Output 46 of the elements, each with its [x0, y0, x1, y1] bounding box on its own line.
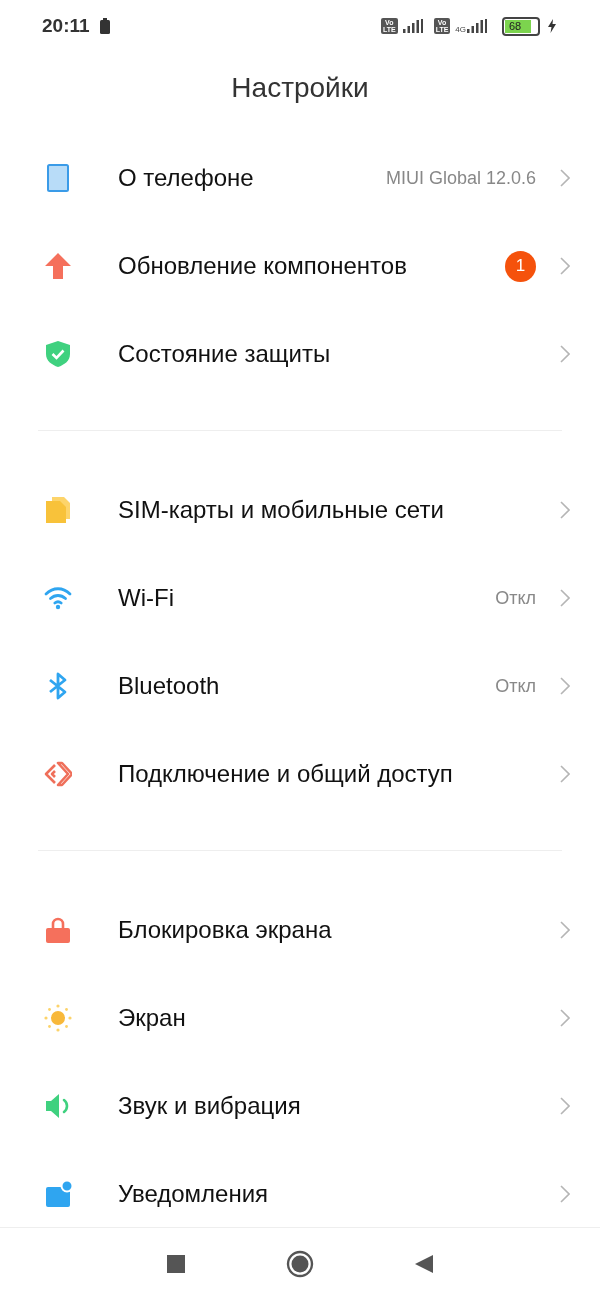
item-value: MIUI Global 12.0.6	[385, 167, 536, 189]
chevron-icon	[560, 501, 570, 519]
item-label[interactable]: Блокировка экрана	[118, 902, 536, 958]
item-label[interactable]: Состояние защиты	[118, 326, 536, 382]
chevron-icon	[560, 589, 570, 607]
shield-icon	[44, 340, 72, 368]
share-icon	[44, 760, 72, 788]
chevron-icon	[560, 257, 570, 275]
item-value: Откл	[495, 675, 536, 697]
item-label[interactable]: Звук и вибрация	[118, 1078, 536, 1134]
chevron-icon	[560, 345, 570, 363]
home-button[interactable]	[286, 1250, 314, 1278]
battery-indicator: 68	[502, 16, 540, 36]
item-label[interactable]: О телефоне	[118, 150, 386, 206]
item-label[interactable]: Уведомления	[118, 1166, 536, 1222]
page-title: Настройки	[230, 71, 370, 105]
item-label[interactable]: Bluetooth	[118, 658, 496, 714]
signal-icon	[467, 19, 487, 33]
padlock-icon	[44, 916, 72, 944]
item-label[interactable]: Подключение и общий доступ	[118, 746, 536, 802]
item-label[interactable]: Обновление компонентов	[118, 238, 505, 294]
battery-icon	[99, 18, 110, 34]
item-value: Откл	[495, 587, 536, 609]
recents-button[interactable]	[166, 1254, 186, 1274]
count-badge: 1	[505, 250, 536, 282]
chevron-icon	[560, 1185, 570, 1203]
network-type: 4G	[455, 24, 466, 34]
chevron-icon	[560, 1009, 570, 1027]
chevron-icon	[560, 921, 570, 939]
chevron-icon	[560, 765, 570, 783]
item-label[interactable]: SIM-карты и мобильные сети	[118, 482, 536, 538]
charging-icon	[548, 19, 556, 33]
phone-icon	[44, 164, 72, 192]
sun-icon	[44, 1004, 72, 1032]
item-label[interactable]: Экран	[118, 990, 536, 1046]
up-arrow-icon	[44, 252, 72, 280]
chevron-icon	[560, 1097, 570, 1115]
back-button[interactable]	[414, 1254, 434, 1274]
wifi-icon	[44, 584, 72, 612]
chevron-icon	[560, 169, 570, 187]
sim-card-icon	[44, 496, 72, 524]
clock-time: 20:11	[42, 15, 90, 37]
item-label[interactable]: Wi-Fi	[118, 570, 496, 626]
notification-icon	[44, 1180, 72, 1208]
signal-icon	[402, 19, 423, 33]
chevron-icon	[560, 677, 570, 695]
